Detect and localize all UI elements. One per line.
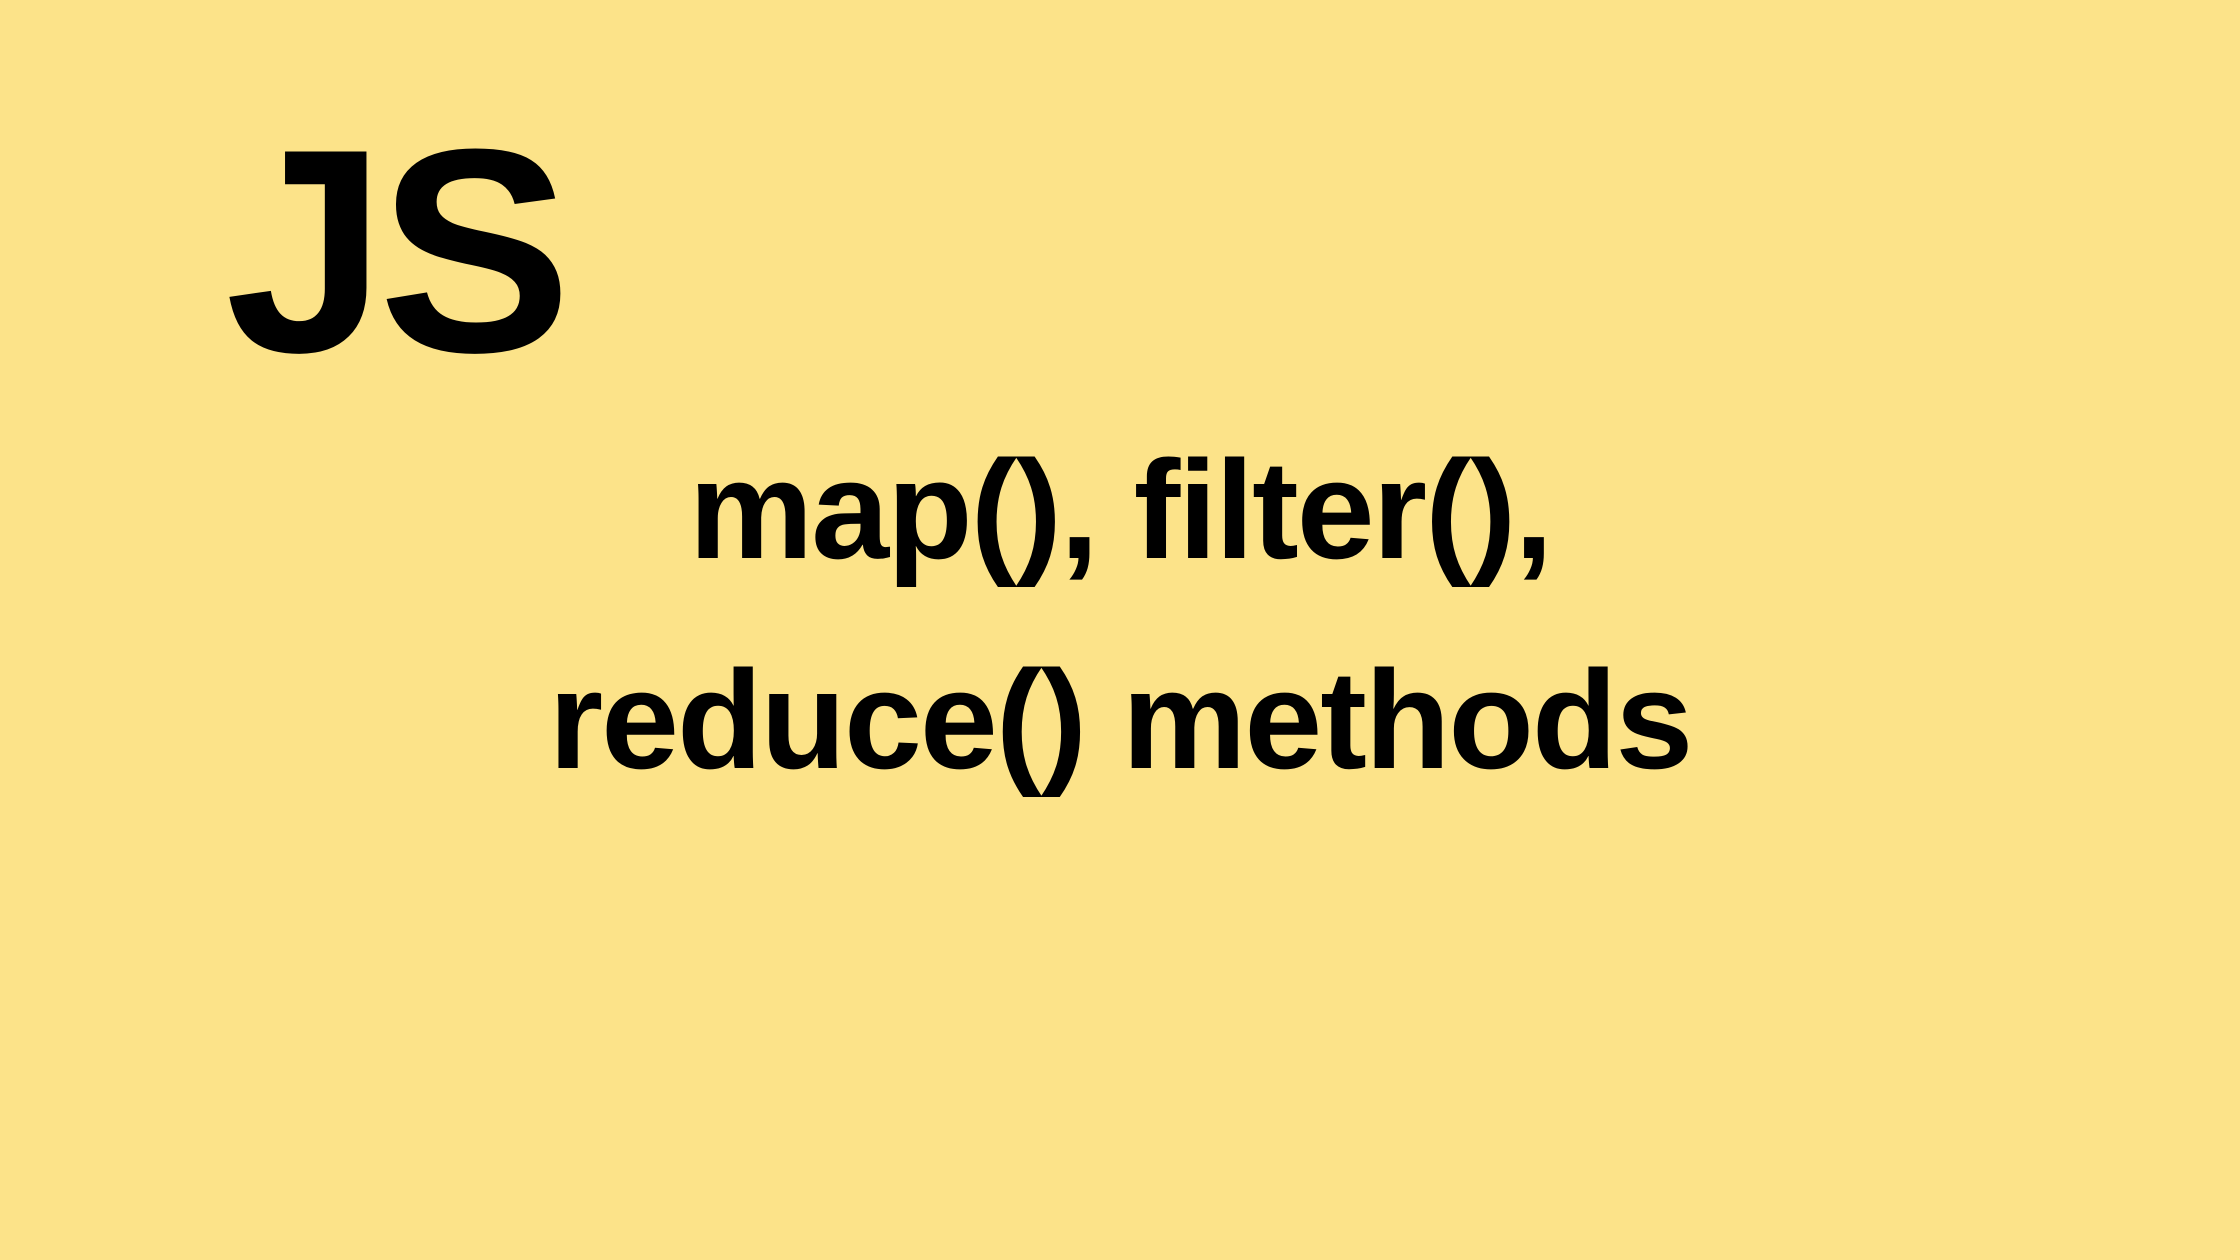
subtitle-line-2: reduce() methods: [549, 641, 1692, 798]
subtitle-line-1: map(), filter(),: [689, 431, 1551, 588]
js-title: JS: [225, 85, 564, 418]
subtitle-text: map(), filter(), reduce() methods: [0, 405, 2240, 825]
